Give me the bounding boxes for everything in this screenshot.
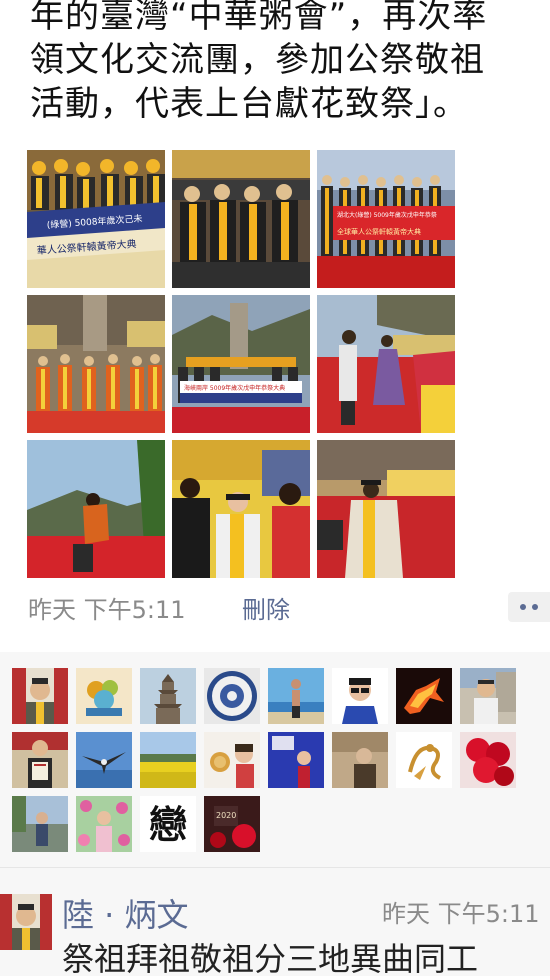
likes-panel: 戀 2020 — [0, 652, 550, 867]
avatar-man-sign[interactable] — [12, 668, 68, 724]
avatar-fire-horse[interactable] — [396, 668, 452, 724]
post-text-line: 年的臺灣“中華粥會”，再次率 — [30, 0, 488, 36]
comment-text: 祭祖拜祖敬祖分三地異曲同工 — [62, 940, 479, 978]
avatar-man-certificate[interactable] — [12, 732, 68, 788]
svg-text:全球華人公祭軒轅黃帝大典: 全球華人公祭軒轅黃帝大典 — [337, 227, 421, 236]
avatar-man-building[interactable] — [460, 668, 516, 724]
comment-time: 昨天 下午5:11 — [382, 900, 540, 928]
avatar-red-flowers[interactable] — [460, 732, 516, 788]
photo-bowing[interactable] — [27, 440, 165, 578]
more-dot-icon — [520, 604, 526, 610]
comments-panel: 陸 · 炳文 昨天 下午5:11 祭祖拜祖敬祖分三地異曲同工 — [0, 868, 550, 978]
avatar-elder-room[interactable] — [332, 732, 388, 788]
avatar-woman-flowers[interactable] — [76, 796, 132, 852]
avatar-woman-blue[interactable] — [268, 732, 324, 788]
avatar-man-beach[interactable] — [268, 668, 324, 724]
post-text: 年的臺灣“中華粥會”，再次率 領文化交流團，參加公祭敬祖 活動，代表上台獻花致祭… — [30, 0, 540, 126]
more-dot-icon — [532, 604, 538, 610]
comment-avatar[interactable] — [0, 894, 52, 950]
svg-text:海峽兩岸 5009年歲次戊申年恭祭大典: 海峽兩岸 5009年歲次戊申年恭祭大典 — [184, 384, 285, 392]
delete-link[interactable]: 刪除 — [242, 590, 290, 625]
avatar-woman-coin[interactable] — [204, 732, 260, 788]
avatar-gold-phoenix[interactable] — [396, 732, 452, 788]
avatar-calligraphy[interactable]: 戀 — [140, 796, 196, 852]
photo-interview[interactable] — [172, 440, 310, 578]
photo-dancers[interactable] — [317, 295, 455, 433]
heart-icon — [0, 652, 1, 653]
photo-seated-officials[interactable] — [172, 150, 310, 288]
post-time: 昨天 下午5:11 — [28, 596, 186, 624]
avatar-flower-art[interactable] — [76, 668, 132, 724]
photo-rock-stage[interactable] — [27, 295, 165, 433]
svg-text:2020: 2020 — [216, 811, 236, 820]
svg-text:戀: 戀 — [149, 802, 187, 847]
photo-speaker[interactable] — [317, 440, 455, 578]
more-actions-button[interactable] — [508, 592, 550, 622]
avatar-man-glasses[interactable] — [332, 668, 388, 724]
svg-text:湖北大(綠營) 5009年歲次戊申年恭祭: 湖北大(綠營) 5009年歲次戊申年恭祭 — [337, 211, 437, 219]
photo-banner-crowd[interactable]: (綠營) 5008年歲次己未 華人公祭軒轅黃帝大典 — [27, 150, 165, 288]
avatar-photo-card[interactable]: 2020 — [204, 796, 260, 852]
photo-banner-line[interactable]: 湖北大(綠營) 5009年歲次戊申年恭祭 全球華人公祭軒轅黃帝大典 — [317, 150, 455, 288]
avatar-rapeseed-field[interactable] — [140, 732, 196, 788]
post-text-line: 領文化交流團，參加公祭敬祖 — [30, 40, 485, 80]
comment-author[interactable]: 陸 · 炳文 — [62, 890, 189, 936]
avatar-man-road[interactable] — [12, 796, 68, 852]
post-text-line: 活動，代表上台獻花致祭」。 — [30, 84, 468, 124]
avatar-porcelain-plate[interactable] — [204, 668, 260, 724]
photo-stone-banner[interactable]: 海峽兩岸 5009年歲次戊申年恭祭大典 — [172, 295, 310, 433]
avatar-pagoda[interactable] — [140, 668, 196, 724]
avatar-eagle-sky[interactable] — [76, 732, 132, 788]
